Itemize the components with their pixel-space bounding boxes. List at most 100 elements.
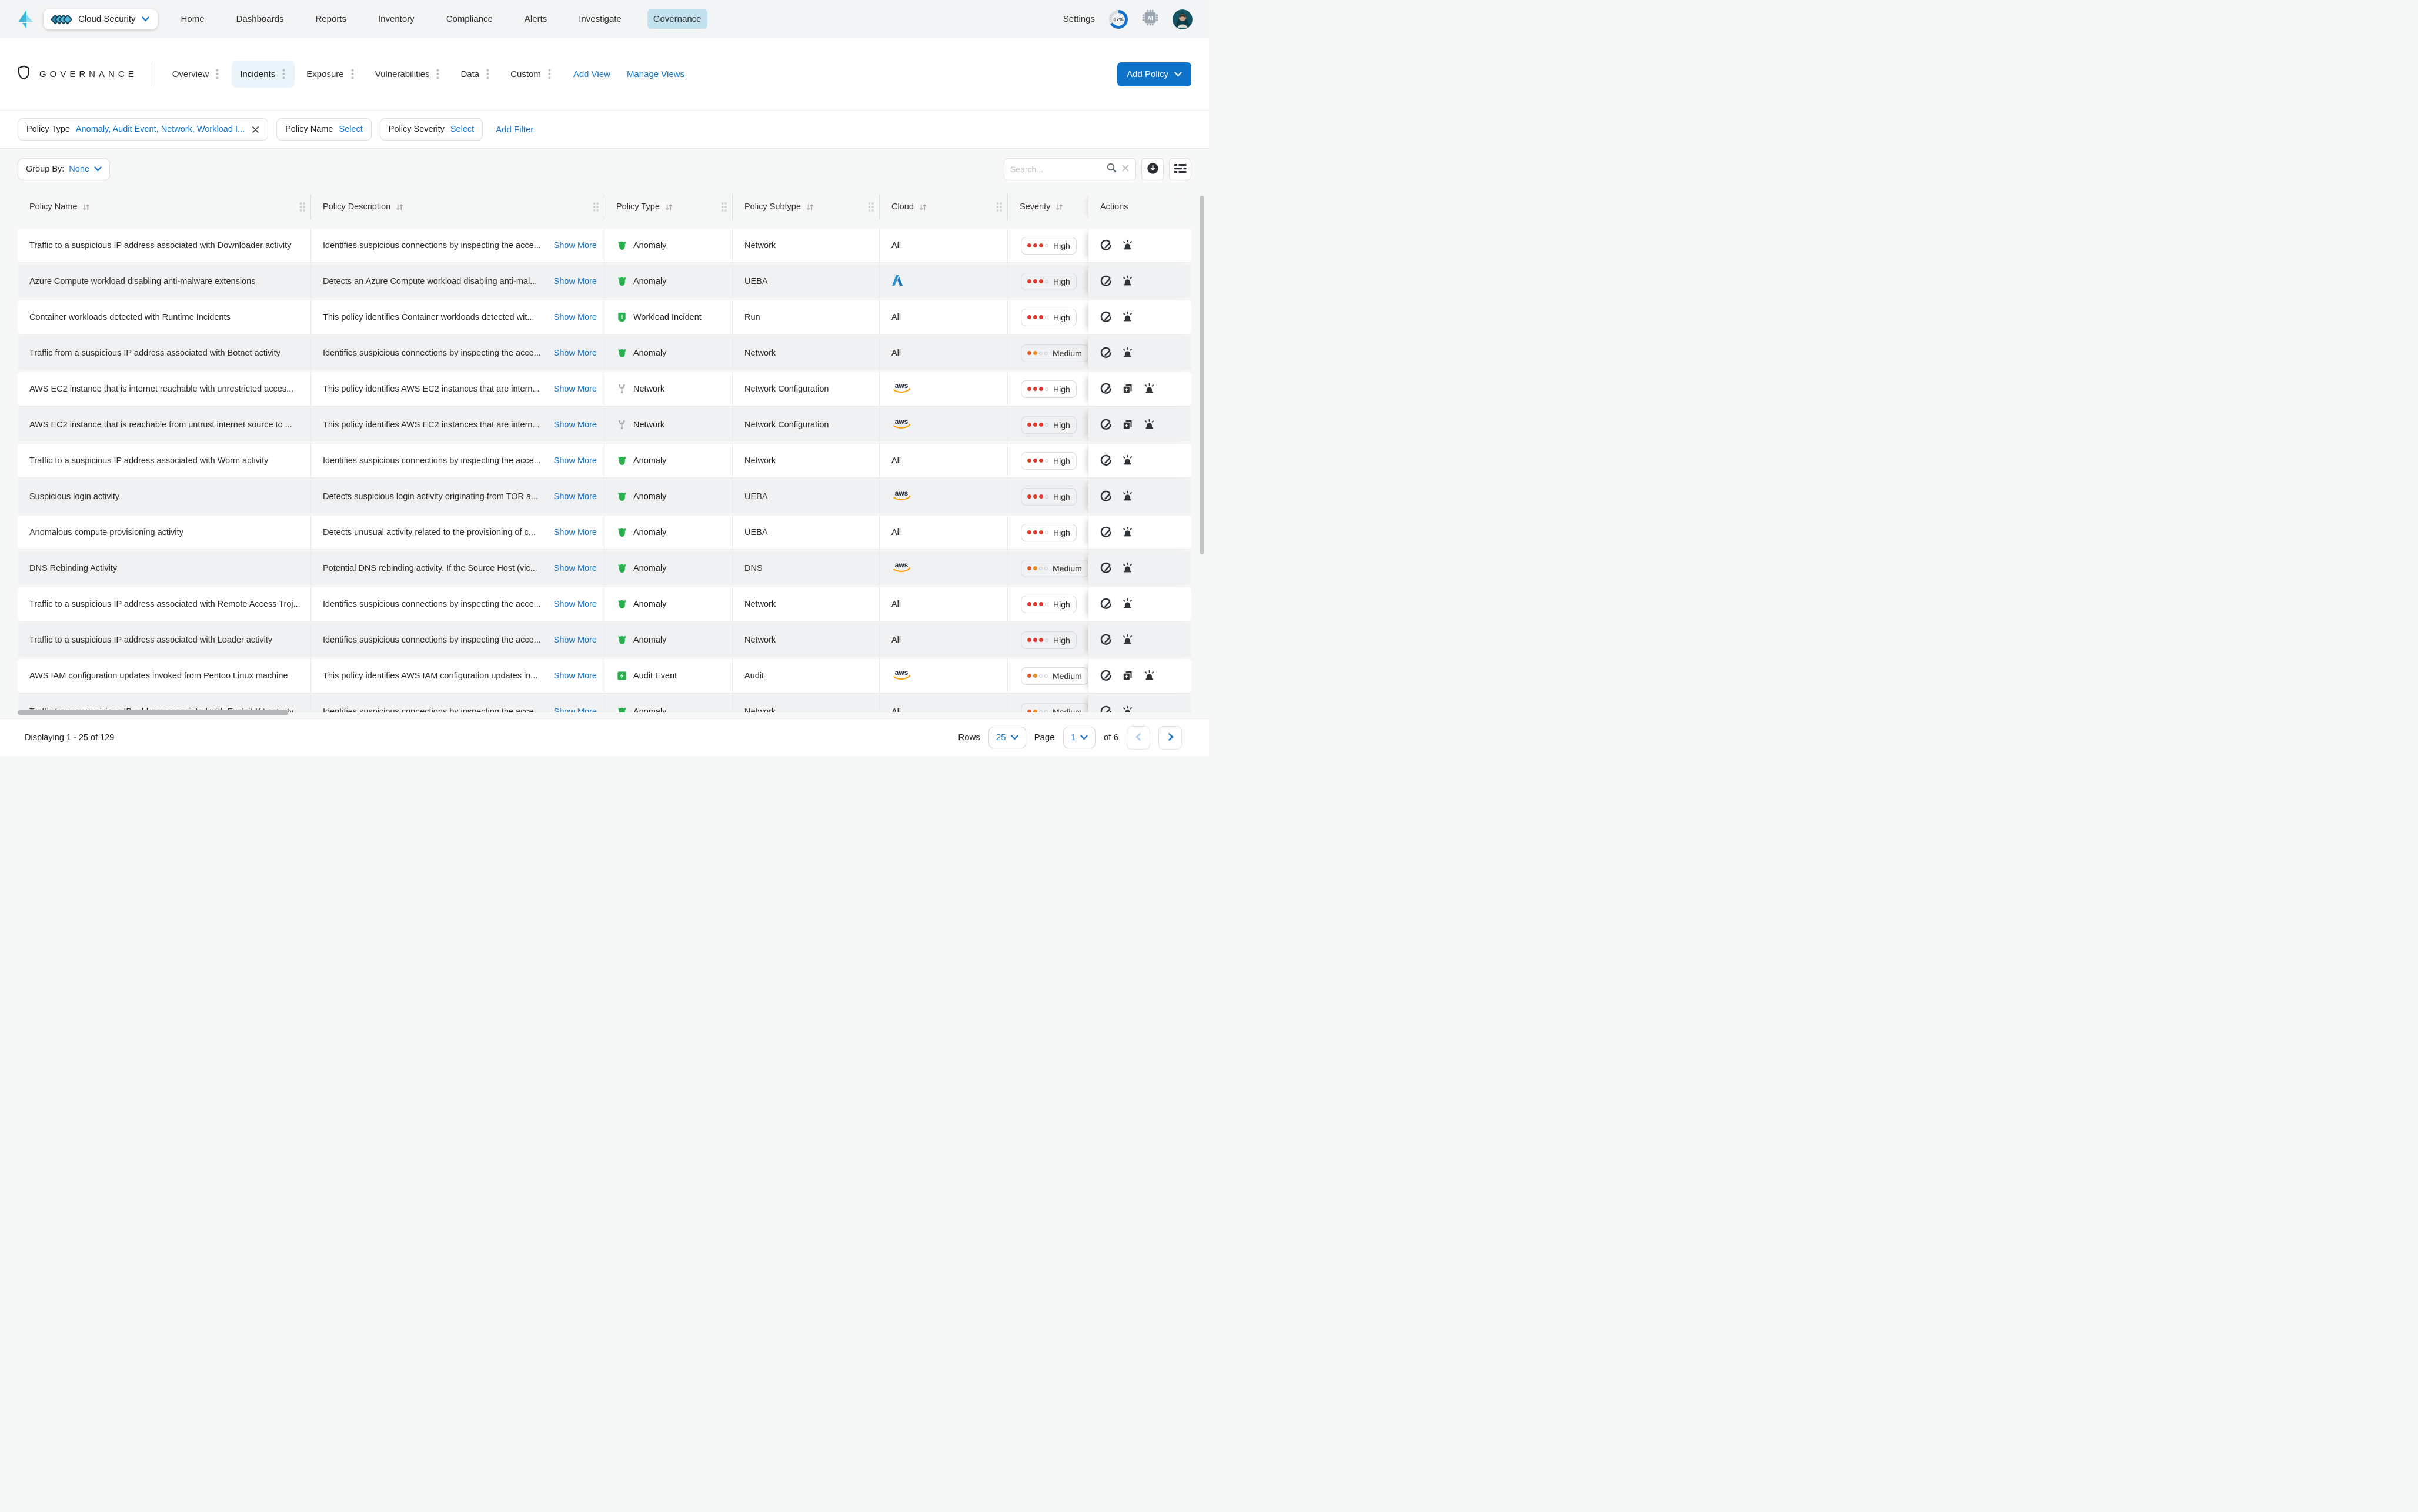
add-policy-button[interactable]: Add Policy: [1117, 62, 1191, 86]
table-row[interactable]: Traffic to a suspicious IP address assoc…: [18, 587, 1191, 621]
alarm-button[interactable]: [1122, 598, 1133, 611]
edit-policy-button[interactable]: [1100, 419, 1111, 431]
tab-custom[interactable]: Custom: [502, 61, 560, 88]
policy-type-filter-value[interactable]: Anomaly, Audit Event, Network, Workload …: [76, 125, 245, 134]
nav-item-alerts[interactable]: Alerts: [519, 9, 553, 29]
table-row[interactable]: Container workloads detected with Runtim…: [18, 300, 1191, 334]
edit-policy-button[interactable]: [1100, 562, 1111, 575]
alarm-button[interactable]: [1122, 311, 1133, 324]
sort-icon[interactable]: [1055, 203, 1064, 212]
search-input[interactable]: [1010, 165, 1102, 174]
sort-icon[interactable]: [82, 203, 91, 212]
user-avatar[interactable]: [1173, 9, 1193, 29]
alarm-button[interactable]: [1122, 634, 1133, 647]
policy-type-filter-chip[interactable]: Policy Type Anomaly, Audit Event, Networ…: [18, 118, 269, 141]
progress-ring[interactable]: 67%: [1109, 9, 1128, 29]
download-button[interactable]: [1141, 158, 1164, 180]
vertical-scrollbar[interactable]: [1200, 196, 1204, 554]
sort-icon[interactable]: [664, 203, 673, 212]
edit-policy-button[interactable]: [1100, 454, 1111, 467]
edit-policy-button[interactable]: [1100, 705, 1111, 712]
tab-incidents[interactable]: Incidents: [232, 61, 295, 88]
add-filter-link[interactable]: Add Filter: [496, 125, 533, 135]
settings-link[interactable]: Settings: [1063, 14, 1095, 24]
table-row[interactable]: Anomalous compute provisioning activity D…: [18, 516, 1191, 549]
clear-search-icon[interactable]: [1121, 164, 1130, 175]
policy-severity-filter-chip[interactable]: Policy Severity Select: [379, 118, 483, 141]
table-row[interactable]: Suspicious login activity Detects suspici…: [18, 480, 1191, 513]
policy-name-filter-value[interactable]: Select: [339, 125, 362, 134]
tab-menu-kebab-icon[interactable]: [281, 68, 286, 81]
tab-menu-kebab-icon[interactable]: [435, 68, 440, 81]
show-more-link[interactable]: Show More: [554, 313, 597, 322]
show-more-link[interactable]: Show More: [554, 277, 597, 286]
horizontal-scrollbar[interactable]: [18, 710, 288, 715]
alarm-button[interactable]: [1144, 670, 1155, 683]
alarm-button[interactable]: [1122, 526, 1133, 539]
alarm-button[interactable]: [1122, 454, 1133, 467]
edit-policy-button[interactable]: [1100, 598, 1111, 611]
edit-policy-button[interactable]: [1100, 347, 1111, 360]
remove-filter-icon[interactable]: [252, 126, 259, 133]
nav-item-home[interactable]: Home: [175, 9, 211, 29]
ai-assistant-icon[interactable]: AI: [1142, 9, 1158, 29]
column-drag-handle[interactable]: [593, 202, 599, 212]
previous-page-button[interactable]: [1127, 725, 1150, 750]
alarm-button[interactable]: [1122, 490, 1133, 503]
nav-item-investigate[interactable]: Investigate: [573, 9, 627, 29]
page-select[interactable]: 1: [1063, 727, 1096, 748]
show-more-link[interactable]: Show More: [554, 241, 597, 250]
tab-menu-kebab-icon[interactable]: [547, 68, 552, 81]
table-row[interactable]: AWS IAM configuration updates invoked fr…: [18, 659, 1191, 693]
column-header-policy-name[interactable]: Policy Name: [18, 194, 311, 220]
show-more-link[interactable]: Show More: [554, 528, 597, 537]
show-more-link[interactable]: Show More: [554, 420, 597, 430]
column-header-policy-description[interactable]: Policy Description: [311, 194, 604, 220]
alarm-button[interactable]: [1122, 705, 1133, 712]
tab-overview[interactable]: Overview: [164, 61, 229, 88]
show-more-link[interactable]: Show More: [554, 349, 597, 358]
tab-menu-kebab-icon[interactable]: [485, 68, 490, 81]
column-drag-handle[interactable]: [722, 202, 727, 212]
column-header-policy-type[interactable]: Policy Type: [604, 194, 733, 220]
add-view-link[interactable]: Add View: [573, 69, 610, 79]
column-header-cloud[interactable]: Cloud: [880, 194, 1008, 220]
tab-exposure[interactable]: Exposure: [298, 61, 363, 88]
nav-item-inventory[interactable]: Inventory: [372, 9, 420, 29]
show-more-link[interactable]: Show More: [554, 456, 597, 466]
policy-severity-filter-value[interactable]: Select: [450, 125, 474, 134]
next-page-button[interactable]: [1158, 725, 1182, 750]
tab-data[interactable]: Data: [452, 61, 499, 88]
edit-policy-button[interactable]: [1100, 239, 1111, 252]
alarm-button[interactable]: [1144, 419, 1155, 431]
edit-policy-button[interactable]: [1100, 670, 1111, 683]
show-more-link[interactable]: Show More: [554, 384, 597, 394]
column-drag-handle[interactable]: [300, 202, 305, 212]
table-row[interactable]: Traffic to a suspicious IP address assoc…: [18, 229, 1191, 262]
rows-per-page-select[interactable]: 25: [988, 727, 1026, 748]
column-header-severity[interactable]: Severity: [1008, 194, 1088, 220]
show-more-link[interactable]: Show More: [554, 492, 597, 501]
table-row[interactable]: AWS EC2 instance that is internet reacha…: [18, 372, 1191, 406]
table-row[interactable]: Traffic from a suspicious IP address ass…: [18, 336, 1191, 370]
product-switcher[interactable]: Cloud Security: [44, 9, 158, 29]
tab-menu-kebab-icon[interactable]: [350, 68, 355, 81]
show-more-link[interactable]: Show More: [554, 635, 597, 645]
sort-icon[interactable]: [919, 203, 927, 212]
alarm-button[interactable]: [1122, 347, 1133, 360]
clone-policy-button[interactable]: [1122, 419, 1133, 431]
table-row[interactable]: Traffic to a suspicious IP address assoc…: [18, 623, 1191, 657]
table-row[interactable]: AWS EC2 instance that is reachable from …: [18, 408, 1191, 441]
sort-icon[interactable]: [395, 203, 404, 212]
edit-policy-button[interactable]: [1100, 634, 1111, 647]
nav-item-compliance[interactable]: Compliance: [440, 9, 499, 29]
manage-views-link[interactable]: Manage Views: [627, 69, 684, 79]
alarm-button[interactable]: [1122, 562, 1133, 575]
clone-policy-button[interactable]: [1122, 383, 1133, 396]
show-more-link[interactable]: Show More: [554, 600, 597, 609]
edit-policy-button[interactable]: [1100, 490, 1111, 503]
edit-policy-button[interactable]: [1100, 526, 1111, 539]
table-row[interactable]: Traffic to a suspicious IP address assoc…: [18, 444, 1191, 477]
column-header-policy-subtype[interactable]: Policy Subtype: [733, 194, 880, 220]
column-settings-button[interactable]: [1169, 158, 1191, 180]
